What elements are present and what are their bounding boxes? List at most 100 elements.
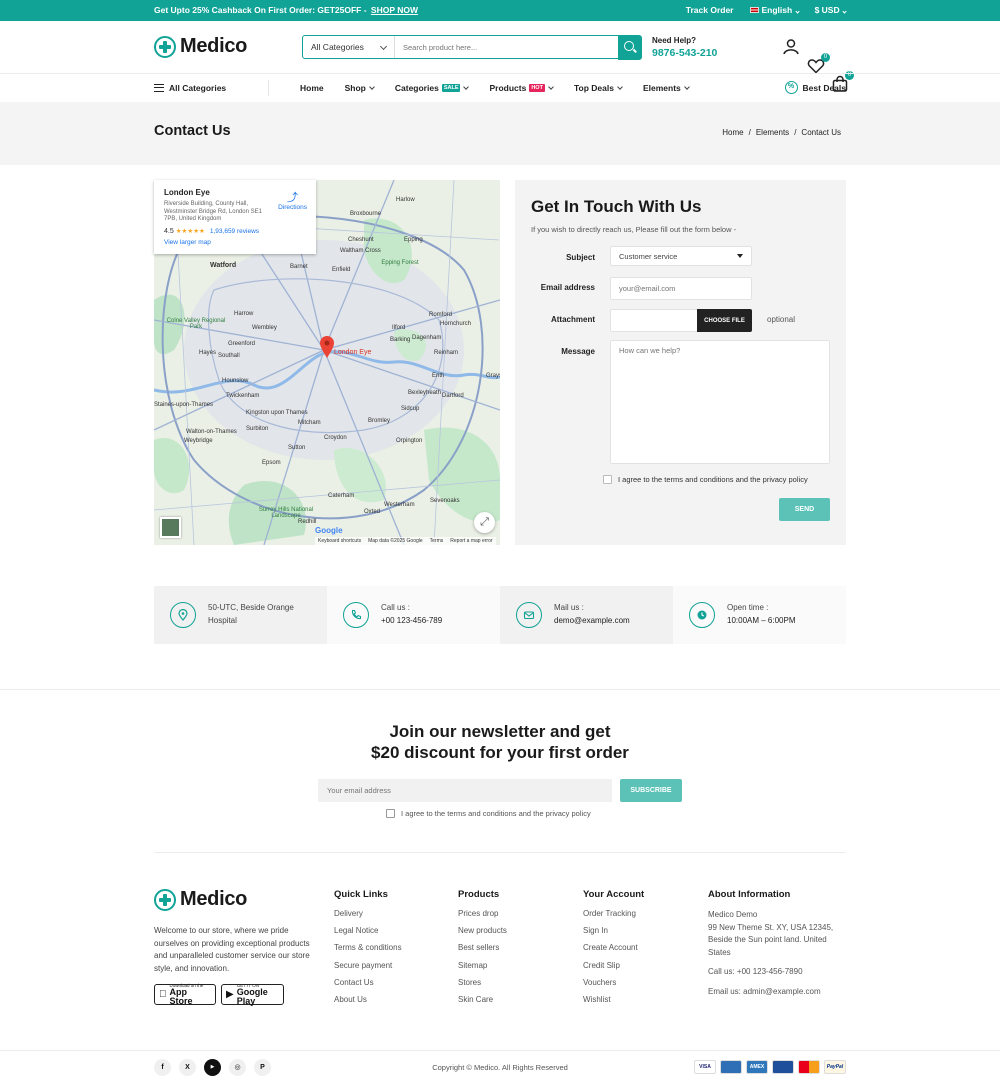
search-input[interactable]: [395, 36, 618, 58]
best-deals-link[interactable]: % Best Deals: [784, 81, 846, 94]
email-field[interactable]: [610, 277, 752, 300]
report-map-error-link[interactable]: Report a map error: [450, 538, 492, 544]
app-store-badge[interactable]:  Download on theApp Store: [154, 983, 216, 1006]
breadcrumb-home[interactable]: Home: [722, 128, 743, 137]
help-phone[interactable]: 9876-543-210: [652, 47, 717, 59]
product-link[interactable]: New products: [458, 926, 507, 936]
google-play-badge[interactable]: ▶ GET IT ON Google Play: [221, 983, 284, 1006]
account-link[interactable]: Order Tracking: [583, 909, 644, 919]
footer-products: Products Prices drop New products Best sel…: [458, 889, 507, 1005]
open-label: Open time :: [727, 603, 769, 613]
user-icon: [783, 39, 799, 55]
directions-button[interactable]: ⤴ Directions: [278, 193, 307, 212]
about-email: Email us: admin@example.com: [708, 986, 821, 996]
info-address: 50-UTC, Beside Orange Hospital: [154, 586, 327, 644]
map-place-label: Redhill: [298, 519, 317, 525]
account-link[interactable]: Credit Slip: [583, 961, 644, 971]
account-link[interactable]: Vouchers: [583, 978, 644, 988]
header-divider: [0, 73, 1000, 74]
chevron-down-icon: [548, 83, 554, 90]
newsletter-title: Join our newsletter and get $20 discount…: [371, 722, 629, 762]
call-value[interactable]: +00 123-456-789: [381, 615, 442, 628]
map-place-label: Watford: [210, 262, 237, 269]
nav-products[interactable]: Products HOT: [489, 83, 554, 93]
flag-icon: [749, 7, 759, 13]
nav-elements[interactable]: Elements: [643, 83, 690, 93]
currency-selector[interactable]: $ USD: [815, 5, 847, 15]
nav-separator: [268, 80, 269, 96]
track-order-link[interactable]: Track Order: [686, 5, 734, 15]
message-textarea[interactable]: [610, 340, 830, 464]
map-place-label: Walton-on-Thames: [186, 429, 237, 435]
nav-home[interactable]: Home: [300, 83, 324, 93]
quick-link[interactable]: Legal Notice: [334, 926, 402, 936]
account-link[interactable]: Wishlist: [583, 995, 644, 1005]
map-layer-toggle[interactable]: [160, 517, 181, 538]
choose-file-button[interactable]: CHOOSE FILE: [697, 309, 752, 332]
language-selector[interactable]: English: [749, 5, 800, 15]
help-block: Need Help? 9876-543-210: [652, 36, 717, 59]
map-fullscreen-button[interactable]: ⤢: [474, 512, 495, 533]
search-button[interactable]: [617, 34, 642, 60]
medical-cross-logo-icon: [154, 35, 176, 58]
newsletter-email-input[interactable]: [318, 779, 612, 802]
breadcrumb-current: Contact Us: [801, 128, 841, 137]
view-larger-map-link[interactable]: View larger map: [164, 239, 306, 246]
map-pin-label: London Eye: [334, 349, 372, 356]
mail-value[interactable]: demo@example.com: [554, 615, 630, 628]
all-categories-menu[interactable]: All Categories: [154, 83, 226, 93]
quick-link[interactable]: Contact Us: [334, 978, 402, 988]
nav-top-deals[interactable]: Top Deals: [574, 83, 623, 93]
map-place-label: Greenford: [228, 341, 256, 347]
search-category-select[interactable]: All Categories: [303, 36, 395, 58]
product-link[interactable]: Skin Care: [458, 995, 507, 1005]
quick-link[interactable]: Terms & conditions: [334, 943, 402, 953]
nav-categories[interactable]: Categories SALE: [395, 83, 470, 93]
footer-about-text: Welcome to our store, where we pride our…: [154, 926, 310, 973]
mail-label: Mail us :: [554, 603, 584, 613]
keyboard-shortcuts-link[interactable]: Keyboard shortcuts: [318, 538, 361, 544]
map-place-label: Grays: [486, 373, 500, 379]
footer-quick-links: Quick Links Delivery Legal Notice Terms & …: [334, 889, 402, 1005]
attachment-field[interactable]: [610, 309, 698, 332]
map-place-label: Epping: [404, 237, 423, 243]
nav-shop[interactable]: Shop: [345, 83, 375, 93]
reviews-link[interactable]: 1,93,659 reviews: [210, 228, 259, 235]
product-link[interactable]: Best sellers: [458, 943, 507, 953]
product-link[interactable]: Sitemap: [458, 961, 507, 971]
site-logo[interactable]: Medico: [154, 35, 247, 58]
breadcrumb-elements[interactable]: Elements: [756, 128, 789, 137]
card-icon: [720, 1060, 742, 1074]
need-help-label: Need Help?: [652, 36, 697, 45]
account-button[interactable]: [782, 38, 800, 56]
send-button[interactable]: SEND: [779, 498, 830, 521]
account-link[interactable]: Sign In: [583, 926, 644, 936]
amex-icon: AMEX: [746, 1060, 768, 1074]
product-link[interactable]: Prices drop: [458, 909, 507, 919]
map-place-label: Croydon: [324, 435, 347, 441]
map-terms-link[interactable]: Terms: [430, 538, 444, 544]
subscribe-button[interactable]: SUBSCRIBE: [620, 779, 682, 802]
quick-link[interactable]: Delivery: [334, 909, 402, 919]
quick-link[interactable]: About Us: [334, 995, 402, 1005]
shop-now-link[interactable]: SHOP NOW: [371, 5, 418, 15]
footer-logo[interactable]: Medico: [154, 888, 247, 911]
product-link[interactable]: Stores: [458, 978, 507, 988]
agree-checkbox[interactable]: [603, 475, 612, 484]
about-company: Medico Demo: [708, 910, 758, 919]
quick-link[interactable]: Secure payment: [334, 961, 402, 971]
sale-badge: SALE: [441, 84, 461, 92]
map-place-label: Bromley: [368, 418, 391, 424]
map-place-label: Staines-upon-Thames: [154, 402, 214, 408]
subject-select[interactable]: Customer service: [610, 246, 752, 266]
account-link[interactable]: Create Account: [583, 943, 644, 953]
address-text: 50-UTC, Beside Orange Hospital: [208, 603, 294, 625]
clock-icon: [689, 602, 715, 628]
mail-icon: [516, 602, 542, 628]
map-place-label: Ilford: [392, 325, 406, 331]
newsletter-agree-checkbox[interactable]: [386, 809, 395, 818]
info-call: Call us : +00 123-456-789: [327, 586, 500, 644]
maestro-icon: [772, 1060, 794, 1074]
map-place-label: Waltham Cross: [340, 248, 381, 254]
map-place-label: Kingston upon Thames: [246, 410, 308, 416]
